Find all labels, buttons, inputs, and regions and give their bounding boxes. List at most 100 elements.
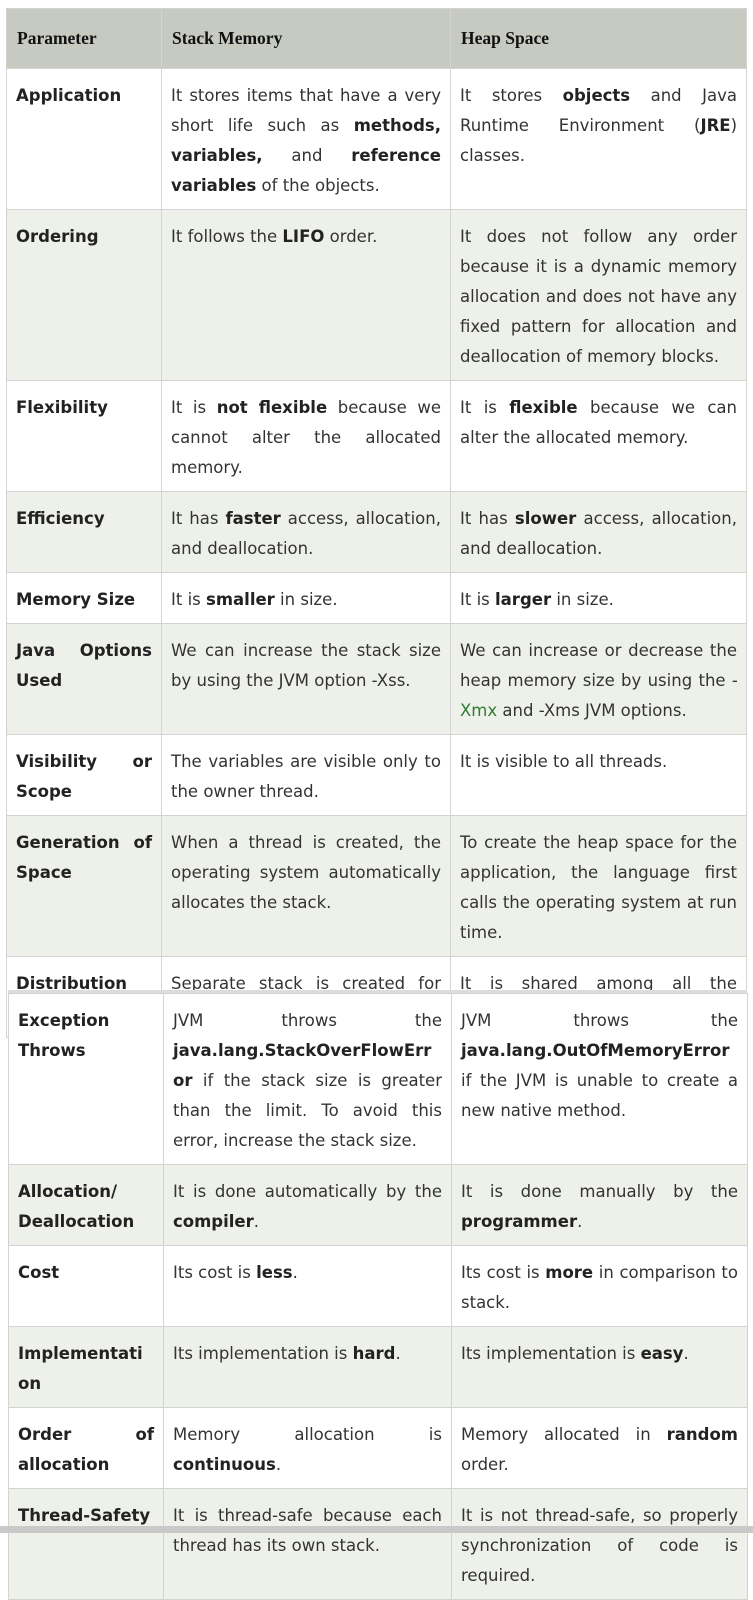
table-row: Java Options Used We can increase the sta…	[6, 623, 747, 735]
cell-text: programmer	[461, 1212, 578, 1231]
table-row: Visibility or Scope The variables are vis…	[6, 734, 747, 816]
cell-text: To create the heap space for the applica…	[460, 833, 737, 942]
scrollbar-track[interactable]	[0, 1526, 753, 1533]
cell-stack-memory: It stores items that have a very short l…	[161, 68, 451, 210]
cell-text: easy	[640, 1344, 684, 1363]
cell-parameter: Order of allocation	[8, 1407, 164, 1489]
table-row: Application It stores items that have a v…	[6, 68, 747, 210]
cell-text: continuous	[173, 1455, 276, 1474]
cell-heap-space: It does not follow any order because it …	[450, 209, 747, 381]
cell-text: objects	[562, 86, 631, 105]
table-row: Cost Its cost is less. Its cost is more in…	[8, 1245, 748, 1327]
cell-text: order.	[324, 227, 378, 246]
cell-stack-memory: The variables are visible only to the ow…	[161, 734, 451, 816]
cell-stack-memory: It has faster access, allocation, and de…	[161, 491, 451, 573]
cell-text: It is	[171, 590, 207, 609]
cell-stack-memory: It is not flexible because we cannot alt…	[161, 380, 451, 492]
cell-text: flexible	[509, 398, 578, 417]
cell-heap-space: Its cost is more in comparison to stack.	[451, 1245, 748, 1327]
cell-stack-memory: It follows the LIFO order.	[161, 209, 451, 381]
table-row: Order of allocation Memory allocation is …	[8, 1407, 748, 1489]
cell-heap-space: JVM throws the java.lang.OutOfMemoryErro…	[451, 993, 748, 1165]
table-row: Generation of Space When a thread is crea…	[6, 815, 747, 957]
cell-parameter: Thread-Safety	[8, 1488, 164, 1600]
cell-text: JRE	[700, 116, 731, 135]
cell-text: We can increase or decrease the heap mem…	[460, 641, 737, 690]
cell-heap-space: We can increase or decrease the heap mem…	[450, 623, 747, 735]
cell-text: .	[292, 1263, 298, 1282]
cell-text: Memory allocation is	[173, 1425, 442, 1444]
cell-stack-memory: It is smaller in size.	[161, 572, 451, 624]
comparison-table-continued: Exception Throws JVM throws the java.lang…	[8, 993, 748, 1600]
cell-parameter: Java Options Used	[6, 623, 162, 735]
cell-text: methods,	[353, 116, 441, 135]
header-row: Parameter Stack Memory Heap Space	[6, 8, 747, 69]
table-body-continued: Exception Throws JVM throws the java.lang…	[8, 993, 748, 1600]
cell-text: slower	[514, 509, 577, 528]
cell-text: and -Xms JVM options.	[497, 701, 687, 720]
cell-heap-space: To create the heap space for the applica…	[450, 815, 747, 957]
cell-text: Its cost is	[461, 1263, 546, 1282]
table-row: Efficiency It has faster access, allocati…	[6, 491, 747, 573]
cell-stack-memory: When a thread is created, the operating …	[161, 815, 451, 957]
cell-text: random	[666, 1425, 738, 1444]
cell-text: JVM throws the	[461, 1011, 738, 1030]
cell-text: variables,	[171, 146, 263, 165]
comparison-table: Parameter Stack Memory Heap Space Applic…	[6, 8, 747, 1038]
cell-text: not flexible	[216, 398, 328, 417]
cell-text: faster	[225, 509, 281, 528]
cell-stack-memory: It is thread-safe because each thread ha…	[163, 1488, 452, 1600]
cell-heap-space: Its implementation is easy.	[451, 1326, 748, 1408]
cell-parameter: Exception Throws	[8, 993, 164, 1165]
cell-heap-space: It stores objects and Java Runtime Envir…	[450, 68, 747, 210]
cell-text: It is done automatically by the	[173, 1182, 442, 1201]
cell-parameter: Ordering	[6, 209, 162, 381]
cell-text: It has	[460, 509, 515, 528]
cell-text: order.	[461, 1455, 509, 1474]
cell-text: compiler	[173, 1212, 254, 1231]
cell-text: It is visible to all threads.	[460, 752, 668, 771]
cell-stack-memory: Its cost is less.	[163, 1245, 452, 1327]
table-row: Flexibility It is not flexible because we…	[6, 380, 747, 492]
cell-text: It is done manually by the	[461, 1182, 738, 1201]
cell-text: LIFO	[282, 227, 325, 246]
cell-heap-space: It is flexible because we can alter the …	[450, 380, 747, 492]
cell-stack-memory: Memory allocation is continuous.	[163, 1407, 452, 1489]
cell-heap-space: It has slower access, allocation, and de…	[450, 491, 747, 573]
cell-text: .	[253, 1212, 260, 1231]
cell-stack-memory: JVM throws the java.lang.StackOverFlowEr…	[163, 993, 452, 1165]
cell-heap-space: It is larger in size.	[450, 572, 747, 624]
table-row: Ordering It follows the LIFO order. It doe…	[6, 209, 747, 381]
cell-heap-space: It is not thread-safe, so properly synch…	[451, 1488, 748, 1600]
header-parameter: Parameter	[6, 8, 162, 69]
cell-text: Its cost is	[173, 1263, 257, 1282]
cell-text: It stores	[460, 86, 563, 105]
cell-text: It is	[460, 590, 496, 609]
table-row: Memory Size It is smaller in size. It is l…	[6, 572, 747, 624]
cell-text: java.lang.OutOfMemoryError	[461, 1041, 730, 1060]
cell-text: The variables are visible only to the ow…	[171, 752, 441, 801]
cell-text: and	[262, 146, 352, 165]
cell-text: When a thread is created, the operating …	[171, 833, 441, 912]
cell-text: if the stack size is greater than the li…	[173, 1071, 442, 1150]
cell-parameter: Cost	[8, 1245, 164, 1327]
cell-text: larger	[495, 590, 552, 609]
cell-parameter: Efficiency	[6, 491, 162, 573]
cell-text: It has	[171, 509, 226, 528]
cell-text: .	[395, 1344, 401, 1363]
cell-parameter: Allocation/ Deallocation	[8, 1164, 164, 1246]
cell-stack-memory: We can increase the stack size by using …	[161, 623, 451, 735]
cell-stack-memory: Its implementation is hard.	[163, 1326, 452, 1408]
cell-parameter: Flexibility	[6, 380, 162, 492]
cell-heap-space: Memory allocated in random order.	[451, 1407, 748, 1489]
table-row: Implementation Its implementation is hard…	[8, 1326, 748, 1408]
cell-text: more	[545, 1263, 594, 1282]
cell-parameter: Application	[6, 68, 162, 210]
header-heap-space: Heap Space	[450, 8, 747, 69]
cell-text: It follows the	[171, 227, 283, 246]
cell-parameter: Memory Size	[6, 572, 162, 624]
cell-heap-space: It is visible to all threads.	[450, 734, 747, 816]
cell-text: It is	[460, 398, 510, 417]
cell-text: It is not thread-safe, so properly synch…	[461, 1506, 738, 1585]
cell-text: It does not follow any order because it …	[460, 227, 737, 366]
